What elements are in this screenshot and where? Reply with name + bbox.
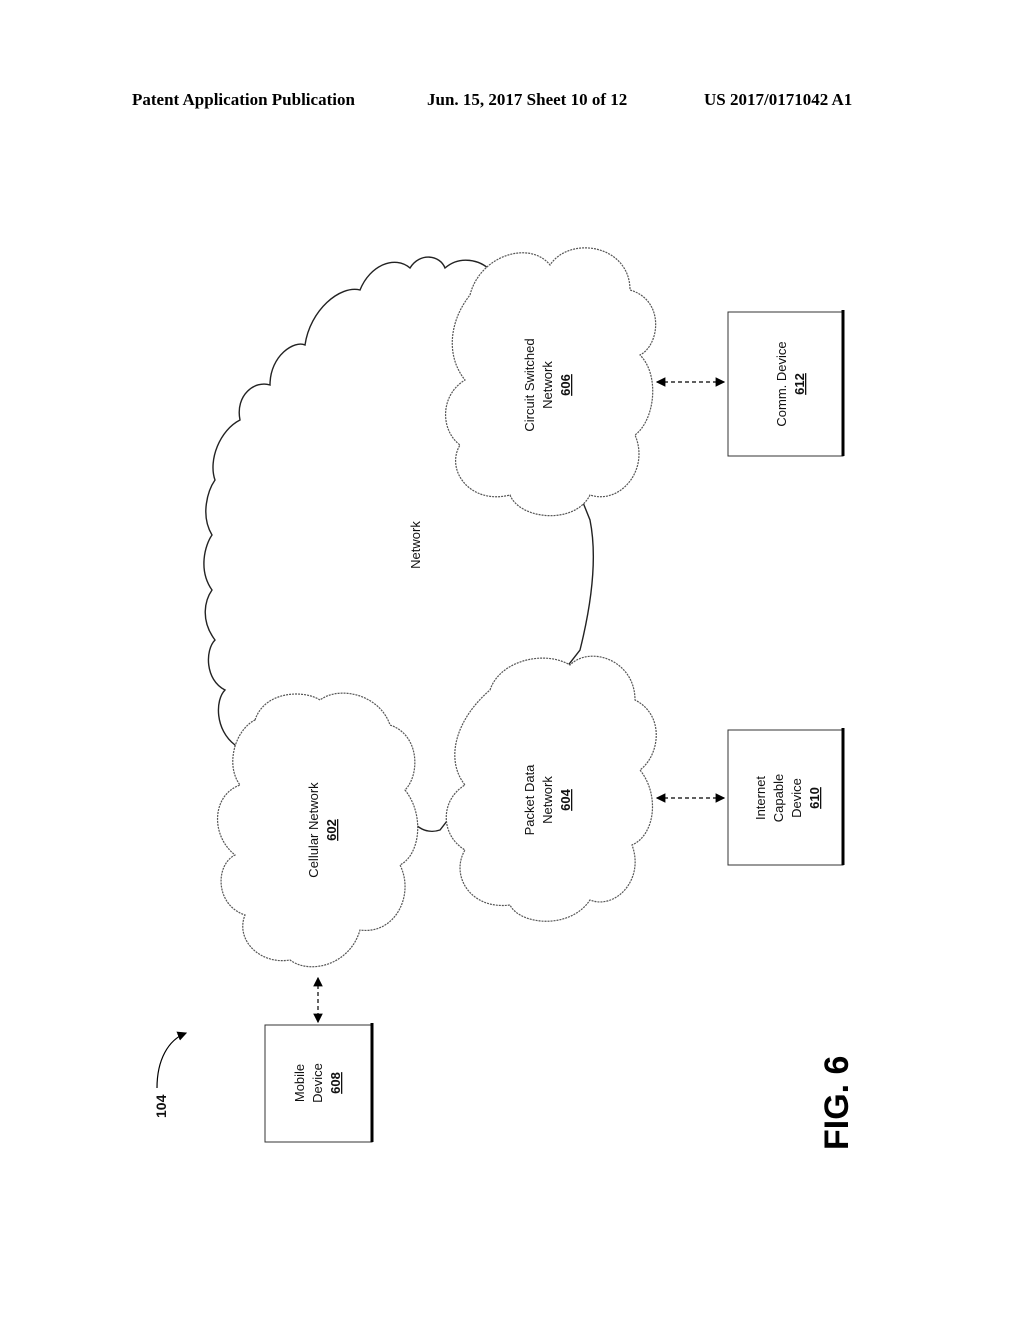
internet-line3: Device — [789, 778, 804, 818]
network-label: Network — [408, 521, 423, 569]
figure-reference-number: 104 — [153, 1094, 169, 1118]
circuit-line2: Network — [540, 361, 555, 409]
internet-line2: Capable — [771, 774, 786, 822]
packet-line2: Network — [540, 776, 555, 824]
internet-ref-number: 610 — [807, 787, 822, 809]
mobile-line2: Device — [310, 1063, 325, 1103]
figure-diagram: Network Circuit Switched Network 606 Pac… — [153, 247, 856, 1150]
packet-ref-number: 604 — [558, 788, 573, 810]
packet-line1: Packet Data — [522, 764, 537, 836]
cellular-line1: Cellular Network — [306, 782, 321, 878]
internet-line1: Internet — [753, 776, 768, 820]
circuit-ref-number: 606 — [558, 374, 573, 396]
mobile-ref-number: 608 — [328, 1072, 343, 1094]
cellular-ref-number: 602 — [324, 819, 339, 841]
figure-label: FIG. 6 — [818, 1056, 856, 1150]
mobile-line1: Mobile — [292, 1064, 307, 1102]
circuit-line1: Circuit Switched — [522, 338, 537, 431]
comm-line1: Comm. Device — [774, 341, 789, 426]
comm-ref-number: 612 — [792, 373, 807, 395]
reference-arrow-icon — [156, 1031, 188, 1089]
